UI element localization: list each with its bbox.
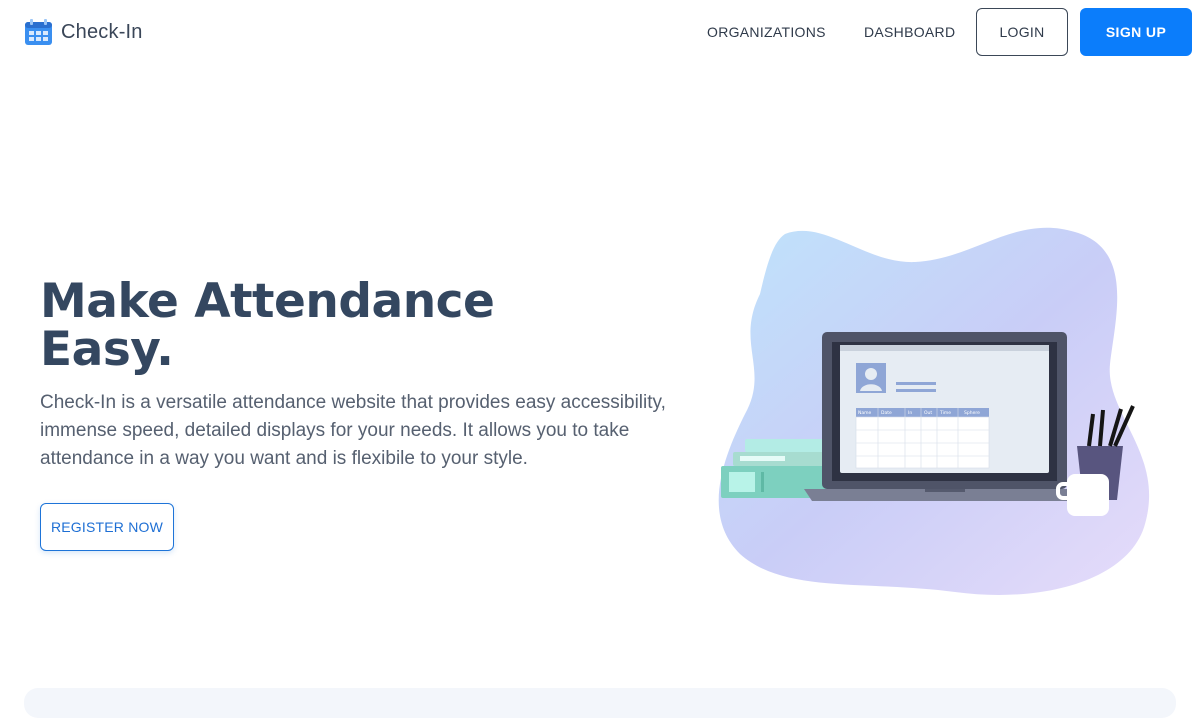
table-header-sphere: Sphere bbox=[964, 410, 980, 416]
hero-title: Make Attendance Easy. bbox=[40, 278, 560, 374]
top-navbar: Check-In ORGANIZATIONS DASHBOARD LOGIN S… bbox=[0, 0, 1200, 64]
hero-description: Check-In is a versatile attendance websi… bbox=[40, 392, 666, 469]
table-header-time: Time bbox=[939, 410, 951, 416]
laptop-attendance-illustration: Name Date In Out Time Sphere bbox=[718, 227, 1150, 595]
login-button[interactable]: LOGIN bbox=[976, 8, 1068, 56]
nav-dashboard-link[interactable]: DASHBOARD bbox=[864, 24, 955, 40]
table-header-out: Out bbox=[924, 410, 932, 416]
table-header-name: Name bbox=[858, 410, 872, 416]
nav-organizations-link[interactable]: ORGANIZATIONS bbox=[707, 24, 826, 40]
hero-title-line1: Make Attendance bbox=[40, 274, 495, 329]
register-now-button[interactable]: REGISTER NOW bbox=[40, 503, 174, 551]
brand-name: Check-In bbox=[61, 20, 143, 43]
brand-logo-link[interactable]: Check-In bbox=[24, 18, 143, 46]
table-header-date: Date bbox=[881, 410, 892, 416]
table-header-in: In bbox=[908, 410, 912, 416]
calendar-icon bbox=[25, 18, 52, 45]
hero-title-line2: Easy. bbox=[40, 322, 174, 377]
next-section-card bbox=[24, 688, 1176, 718]
signup-button[interactable]: SIGN UP bbox=[1080, 8, 1192, 56]
laptop-icon: Name Date In Out Time Sphere bbox=[804, 332, 1083, 501]
